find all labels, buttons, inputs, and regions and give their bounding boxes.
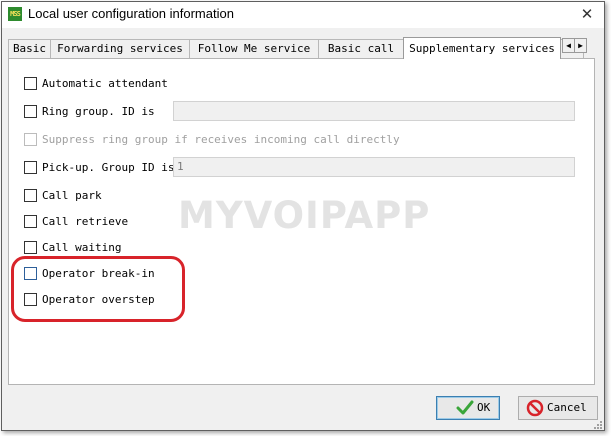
call-waiting-label: Call waiting (42, 241, 122, 254)
call-park-label: Call park (42, 189, 102, 202)
tab-basic-call[interactable]: Basic call (318, 39, 404, 58)
app-logo: MSS (8, 7, 22, 21)
window-title: Local user configuration information (28, 6, 234, 21)
automatic-attendant-checkbox[interactable] (24, 77, 37, 90)
tab-forwarding-services[interactable]: Forwarding services (50, 39, 190, 58)
resize-grip-icon[interactable] (591, 420, 603, 432)
ring-group-checkbox[interactable] (24, 105, 37, 118)
cancel-button[interactable]: Cancel (518, 396, 598, 420)
ok-button-label: OK (477, 401, 491, 414)
call-retrieve-label: Call retrieve (42, 215, 129, 228)
watermark-text: MYVOIPAPP (178, 194, 431, 237)
ring-group-id-field[interactable] (173, 101, 575, 121)
tab-scroll-right-icon[interactable]: ▶ (574, 38, 587, 53)
pickup-group-checkbox[interactable] (24, 161, 37, 174)
pickup-group-id-field[interactable]: 1 (173, 157, 575, 177)
cancel-button-label: Cancel (547, 401, 587, 414)
tab-follow-me-service[interactable]: Follow Me service (189, 39, 319, 58)
call-waiting-checkbox[interactable] (24, 241, 37, 254)
title-bar[interactable]: MSS Local user configuration information… (2, 2, 604, 28)
call-park-checkbox[interactable] (24, 189, 37, 202)
ok-button[interactable]: OK (436, 396, 500, 420)
no-entry-icon (526, 399, 544, 417)
suppress-ring-group-label: Suppress ring group if receives incoming… (42, 133, 400, 146)
tab-bar: Basic Forwarding services Follow Me serv… (8, 37, 587, 59)
automatic-attendant-label: Automatic attendant (42, 77, 168, 90)
tab-basic[interactable]: Basic (8, 39, 51, 58)
ring-group-label: Ring group. ID is (42, 105, 155, 118)
checkmark-icon (456, 400, 474, 415)
dialog-window: MSS Local user configuration information… (1, 1, 605, 431)
highlight-annotation (11, 256, 185, 322)
tab-supplementary-services[interactable]: Supplementary services (403, 37, 561, 59)
close-icon[interactable]: ✕ (575, 4, 599, 24)
call-retrieve-checkbox[interactable] (24, 215, 37, 228)
suppress-ring-group-checkbox (24, 133, 37, 146)
pickup-group-label: Pick-up. Group ID is (42, 161, 175, 174)
